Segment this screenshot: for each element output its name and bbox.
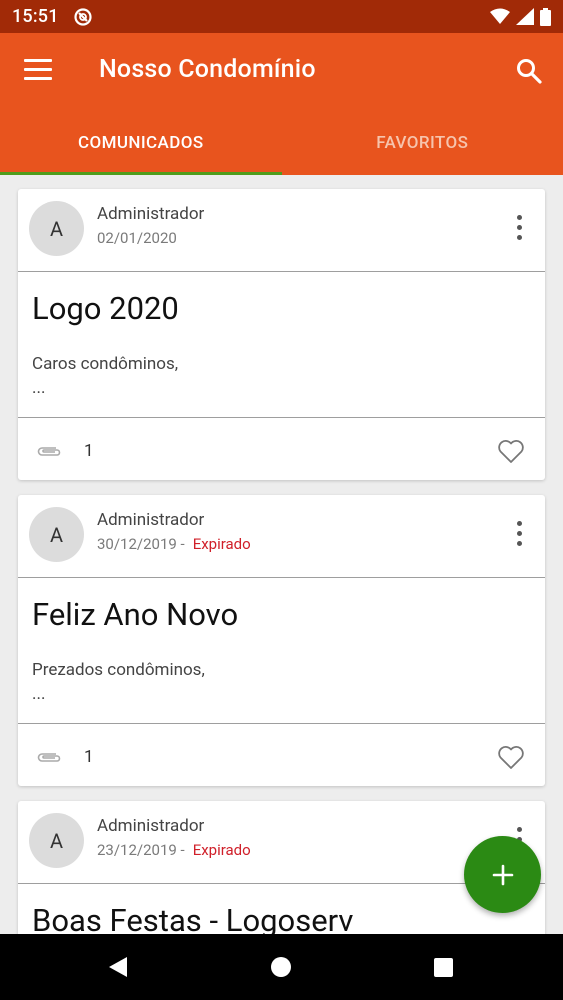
post-author: Administrador (97, 816, 205, 836)
post-title: Logo 2020 (32, 290, 179, 327)
status-bar: 15:51 (0, 0, 563, 33)
avatar: A (29, 201, 84, 256)
tab-favoritos[interactable]: FAVORITOS (282, 111, 563, 175)
post-author: Administrador (97, 510, 205, 530)
app-title: Nosso Condomínio (99, 55, 316, 84)
post-body[interactable]: Feliz Ano Novo Prezados condôminos, ... (18, 578, 545, 724)
more-vert-icon[interactable] (515, 521, 523, 547)
toolbar: Nosso Condomínio (0, 33, 563, 111)
add-post-button[interactable] (464, 836, 541, 913)
post-date: 23/12/2019 - (97, 841, 185, 859)
expired-label: Expirado (192, 535, 251, 553)
post-date-line: 30/12/2019 - Expirado (97, 535, 251, 553)
heart-outline-icon[interactable] (497, 438, 525, 464)
post-author: Administrador (97, 204, 205, 224)
app-bar: Nosso Condomínio COMUNICADOS FAVORITOS (0, 33, 563, 175)
post-header: A Administrador 30/12/2019 - Expirado (18, 495, 545, 578)
search-icon[interactable] (515, 57, 543, 85)
sync-disabled-icon (74, 7, 92, 26)
post-header: A Administrador 02/01/2020 (18, 189, 545, 272)
paperclip-icon (37, 447, 61, 456)
tab-bar: COMUNICADOS FAVORITOS (0, 111, 563, 175)
post-card[interactable]: A Administrador 02/01/2020 Logo 2020 Car… (18, 189, 545, 480)
paperclip-icon (37, 753, 61, 762)
wifi-icon (490, 8, 510, 24)
post-excerpt-ellipsis: ... (32, 378, 46, 398)
post-excerpt-line: Prezados condôminos, (32, 660, 205, 680)
battery-icon (540, 7, 551, 26)
home-icon[interactable] (271, 957, 291, 977)
post-date-line: 23/12/2019 - Expirado (97, 841, 251, 859)
plus-icon (492, 864, 513, 885)
status-time: 15:51 (12, 6, 59, 27)
avatar: A (29, 507, 84, 562)
tab-comunicados[interactable]: COMUNICADOS (0, 111, 282, 175)
signal-icon (516, 8, 534, 25)
expired-label: Expirado (192, 841, 251, 859)
back-icon[interactable] (108, 956, 128, 978)
post-date: 02/01/2020 (97, 229, 177, 247)
heart-outline-icon[interactable] (497, 744, 525, 770)
post-card[interactable]: A Administrador 30/12/2019 - Expirado Fel… (18, 495, 545, 786)
post-footer: 1 (18, 418, 545, 480)
post-body[interactable]: Logo 2020 Caros condôminos, ... (18, 272, 545, 418)
post-footer: 1 (18, 724, 545, 786)
post-date-line: 02/01/2020 (97, 229, 177, 247)
post-body[interactable]: Boas Festas - Logoserv (18, 884, 545, 935)
post-excerpt: Caros condôminos, ... (32, 352, 178, 400)
post-excerpt-ellipsis: ... (32, 684, 46, 704)
attachment-count: 1 (84, 441, 94, 461)
recents-icon[interactable] (434, 958, 453, 977)
menu-icon[interactable] (24, 59, 52, 81)
post-excerpt: Prezados condôminos, ... (32, 658, 205, 706)
posts-list: A Administrador 02/01/2020 Logo 2020 Car… (0, 175, 563, 935)
attachment-count: 1 (84, 747, 94, 767)
more-vert-icon[interactable] (515, 215, 523, 241)
post-date: 30/12/2019 - (97, 535, 185, 553)
post-title: Boas Festas - Logoserv (32, 902, 354, 935)
post-title: Feliz Ano Novo (32, 596, 239, 633)
post-excerpt-line: Caros condôminos, (32, 354, 179, 374)
system-nav-bar (0, 934, 563, 1000)
avatar: A (29, 813, 84, 868)
status-icons (490, 7, 551, 26)
